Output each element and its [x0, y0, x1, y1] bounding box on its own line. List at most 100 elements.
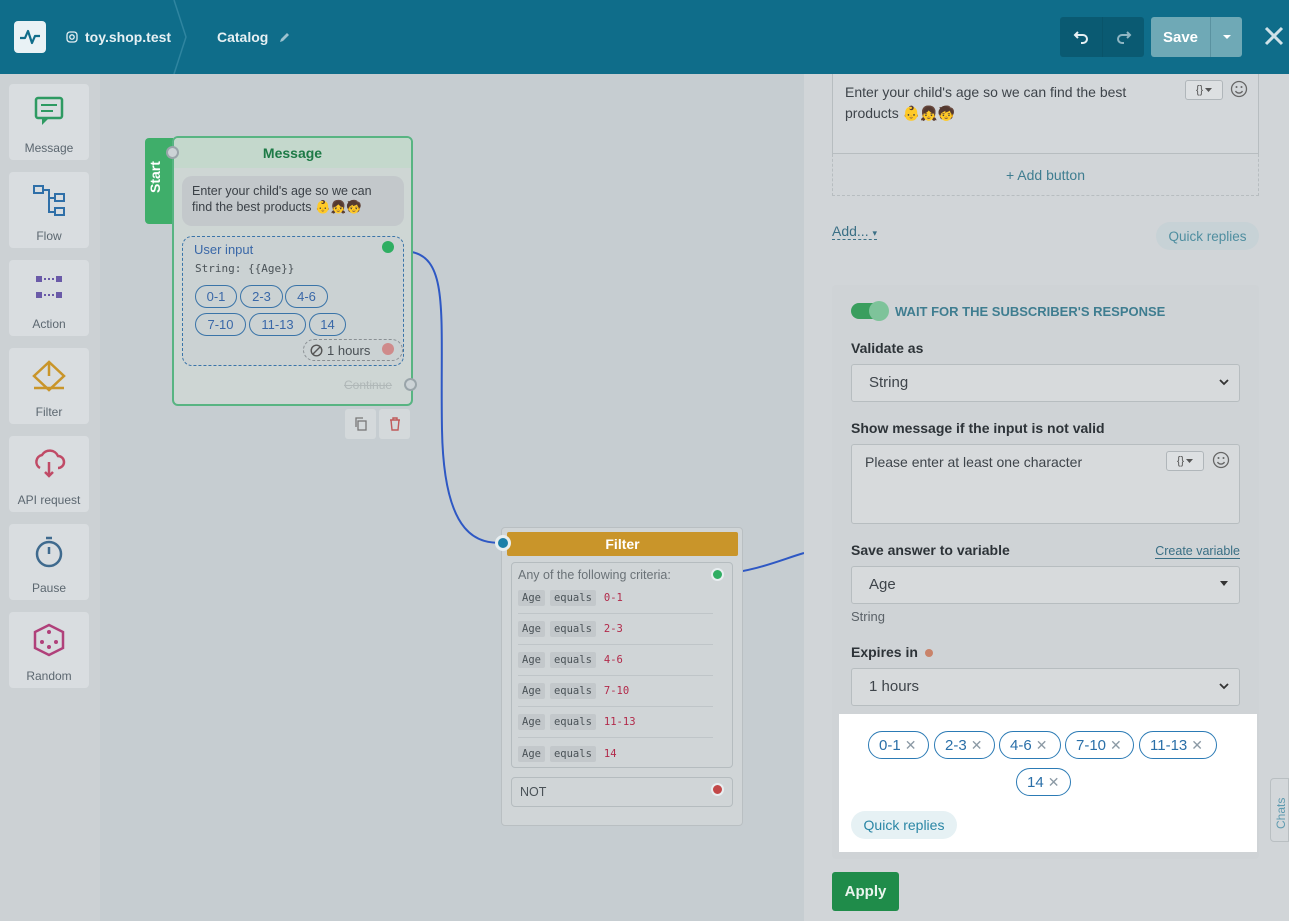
node-chip: 0-1: [195, 285, 237, 308]
add-more-dropdown[interactable]: Add... ▾: [832, 223, 878, 240]
trash-icon: [389, 417, 400, 431]
filter-node[interactable]: Filter Any of the following criteria: Ag…: [501, 527, 743, 826]
message-node-title: Message: [174, 138, 411, 168]
criteria-operator: equals: [549, 621, 596, 637]
node-chip: 11-13: [249, 313, 306, 336]
wait-response-toggle[interactable]: [851, 301, 889, 321]
criteria-value: 4-6: [603, 654, 623, 666]
duplicate-node-button[interactable]: [345, 409, 376, 439]
create-variable-link[interactable]: Create variable: [1155, 544, 1240, 559]
criteria-row: Age equals 7-10: [518, 676, 713, 707]
criteria-field: Age: [518, 621, 545, 637]
remove-icon[interactable]: ✕: [971, 737, 983, 754]
criteria-row: Age equals 4-6: [518, 645, 713, 676]
quick-replies-pill[interactable]: Quick replies: [1156, 222, 1259, 250]
caret-down-icon: [1220, 581, 1228, 586]
delete-node-button[interactable]: [379, 409, 410, 439]
expires-label-text: Expires in: [851, 644, 918, 660]
validate-label: Validate as: [851, 340, 924, 356]
quick-replies-button[interactable]: Quick replies: [851, 811, 957, 839]
node-input-port[interactable]: [166, 146, 179, 159]
expires-value: 1 hours: [869, 678, 920, 695]
criteria-box: Any of the following criteria: Age equals…: [511, 562, 733, 768]
user-input-port[interactable]: [382, 241, 394, 253]
message-text-field[interactable]: Enter your child's age so we can find th…: [832, 74, 1259, 154]
emoji-icon[interactable]: [1230, 80, 1248, 98]
timeout-port[interactable]: [382, 343, 394, 355]
message-node-text: Enter your child's age so we can find th…: [182, 176, 404, 226]
expires-select[interactable]: 1 hours: [851, 668, 1240, 706]
quick-reply-chip[interactable]: 0-1 ✕: [868, 731, 929, 759]
quick-reply-chip[interactable]: 4-6 ✕: [999, 731, 1061, 759]
variable-braces-icon: {}: [1176, 455, 1185, 467]
user-input-title: User input: [194, 242, 254, 257]
emoji-icon[interactable]: [1212, 451, 1230, 469]
criteria-row: Age equals 0-1: [518, 583, 713, 614]
node-chip: 7-10: [195, 313, 246, 336]
caret-down-icon: ▾: [872, 228, 878, 238]
chats-tab-label: Chats: [1274, 797, 1288, 829]
criteria-operator: equals: [549, 652, 596, 668]
quick-reply-label: 2-3: [945, 736, 967, 754]
message-text-value: Enter your child's age so we can find th…: [845, 84, 1127, 121]
invalid-message-value: Please enter at least one character: [865, 454, 1083, 470]
continue-label: Continue: [344, 378, 393, 392]
chevron-down-icon: [1205, 88, 1213, 92]
criteria-field: Age: [518, 590, 545, 606]
quick-reply-chip[interactable]: 7-10 ✕: [1065, 731, 1134, 759]
variable-braces-icon: {}: [1195, 83, 1204, 96]
insert-variable-button[interactable]: {}: [1185, 80, 1223, 100]
criteria-row: Age equals 2-3: [518, 614, 713, 645]
chevron-down-icon: [1219, 683, 1229, 690]
validate-value: String: [869, 374, 909, 391]
criteria-field: Age: [518, 745, 545, 762]
validate-select[interactable]: String: [851, 364, 1240, 402]
remove-icon[interactable]: ✕: [905, 737, 917, 754]
chevron-down-icon: [1219, 379, 1229, 386]
quick-reply-chip[interactable]: 2-3 ✕: [934, 731, 995, 759]
criteria-output-port[interactable]: [711, 568, 724, 581]
remove-icon[interactable]: ✕: [1048, 774, 1060, 791]
remove-icon[interactable]: ✕: [1110, 737, 1122, 754]
chats-tab[interactable]: Chats: [1270, 778, 1289, 842]
criteria-value: 14: [603, 747, 617, 760]
filter-input-port[interactable]: [495, 535, 511, 551]
node-chip: 14: [309, 313, 346, 336]
start-label: Start: [147, 161, 163, 193]
criteria-field: Age: [518, 652, 545, 668]
criteria-field: Age: [518, 683, 545, 699]
wait-response-label: WAIT FOR THE SUBSCRIBER'S RESPONSE: [895, 304, 1166, 319]
quick-reply-chip[interactable]: 14 ✕: [1016, 768, 1071, 796]
timeout-label: 1 hours: [327, 342, 371, 358]
variable-select[interactable]: Age: [851, 566, 1240, 604]
timeout-icon: [310, 343, 323, 357]
apply-button[interactable]: Apply: [832, 872, 899, 911]
toggle-knob: [869, 301, 889, 321]
criteria-value: 7-10: [603, 685, 630, 697]
save-variable-label: Save answer to variable: [851, 542, 1010, 558]
add-more-label: Add...: [832, 223, 869, 239]
quick-reply-chip[interactable]: 11-13 ✕: [1139, 731, 1217, 759]
user-input-type: String: {{Age}}: [195, 262, 295, 275]
invalid-message-field[interactable]: Please enter at least one character {}: [851, 444, 1240, 524]
remove-icon[interactable]: ✕: [1191, 737, 1203, 754]
not-output-port[interactable]: [711, 783, 724, 796]
info-dot-icon[interactable]: [924, 649, 933, 657]
add-button-row[interactable]: + Add button: [832, 154, 1259, 196]
insert-variable-button[interactable]: {}: [1166, 451, 1204, 471]
user-input-block[interactable]: User input String: {{Age}} 0-1 2-3 4-6 7…: [182, 236, 404, 366]
quick-replies-area: 0-1 ✕ 2-3 ✕ 4-6 ✕ 7-10 ✕ 11-13 ✕ 14 ✕ Quick re…: [839, 714, 1257, 852]
criteria-row: Age equals 14: [518, 738, 713, 769]
criteria-operator: equals: [549, 714, 596, 730]
filter-node-title: Filter: [507, 532, 738, 556]
continue-port[interactable]: [404, 378, 417, 391]
copy-icon: [354, 417, 367, 431]
message-node[interactable]: Message Enter your child's age so we can…: [172, 136, 413, 406]
criteria-row: Age equals 11-13: [518, 707, 713, 738]
expires-label: Expires in: [851, 644, 933, 660]
quick-reply-label: 0-1: [879, 736, 901, 754]
node-chip: 4-6: [285, 285, 328, 308]
remove-icon[interactable]: ✕: [1036, 737, 1048, 754]
variable-value: Age: [869, 576, 896, 593]
criteria-heading: Any of the following criteria:: [518, 568, 671, 582]
